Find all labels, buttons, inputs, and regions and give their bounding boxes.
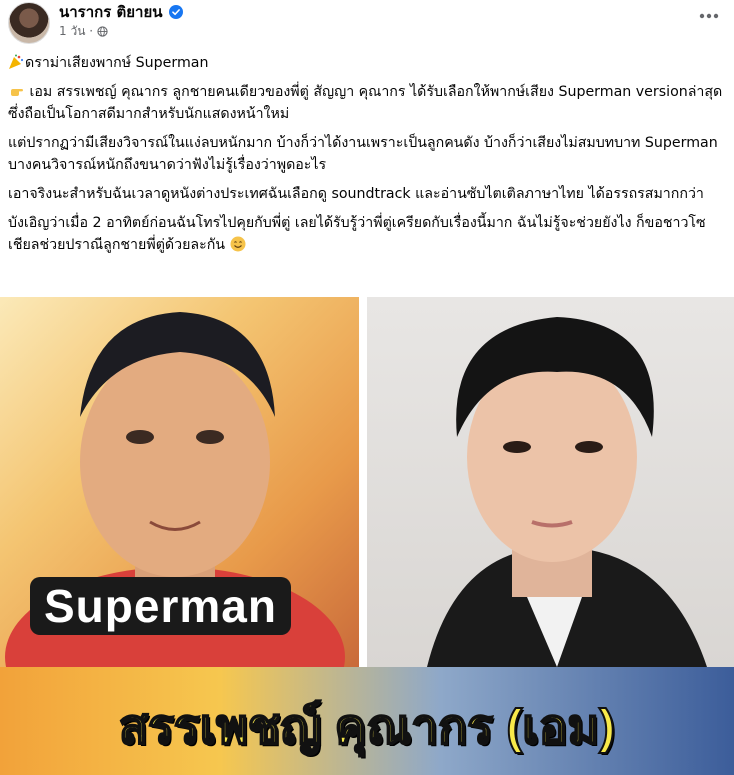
post-header: นารากร ติยายน 1 วัน · bbox=[0, 0, 734, 46]
pointing-hand-icon bbox=[11, 89, 23, 96]
more-options-icon[interactable] bbox=[696, 6, 722, 26]
post-body: ดราม่าเสียงพากษ์ Superman เอม สรรเพชญ์ ค… bbox=[8, 52, 726, 263]
verified-badge-icon bbox=[168, 5, 183, 19]
author-name-row: นารากร ติยายน bbox=[59, 0, 183, 24]
smiling-face-icon bbox=[230, 236, 246, 252]
post-paragraph-5: บังเอิญว่าเมื่อ 2 อาทิตย์ก่อนฉันโทรไปคุย… bbox=[8, 215, 706, 253]
actor-photo bbox=[427, 317, 707, 667]
name-banner: สรรเพชญ์ คุณากร (เอม) bbox=[0, 667, 734, 775]
post-time[interactable]: 1 วัน · bbox=[59, 22, 93, 41]
post-paragraph-2: เอม สรรเพชญ์ คุณากร ลูกชายคนเดียวของพี่ต… bbox=[8, 84, 723, 122]
banner-text: สรรเพชญ์ คุณากร (เอม) bbox=[118, 700, 616, 755]
author-avatar[interactable] bbox=[8, 2, 50, 44]
author-name[interactable]: นารากร ติยายน bbox=[59, 0, 163, 24]
post-meta: 1 วัน · bbox=[59, 22, 108, 41]
superman-label: Superman bbox=[30, 577, 291, 635]
superman-image: Superman bbox=[0, 297, 359, 667]
actor-image bbox=[367, 297, 734, 667]
party-popper-icon bbox=[9, 54, 24, 69]
globe-icon bbox=[97, 26, 108, 37]
post-image[interactable]: Superman สรรเพชญ์ คุณากร (เอม) bbox=[0, 297, 734, 775]
post-paragraph-4: เอาจริงนะสำหรับฉันเวลาดูหนังต่างประเทศฉั… bbox=[8, 186, 704, 202]
post-paragraph-1: ดราม่าเสียงพากษ์ Superman bbox=[8, 52, 726, 74]
post-paragraph-3: แต่ปรากฏว่ามีเสียงวิจารณ์ในแง่ลบหนักมาก … bbox=[8, 135, 718, 173]
